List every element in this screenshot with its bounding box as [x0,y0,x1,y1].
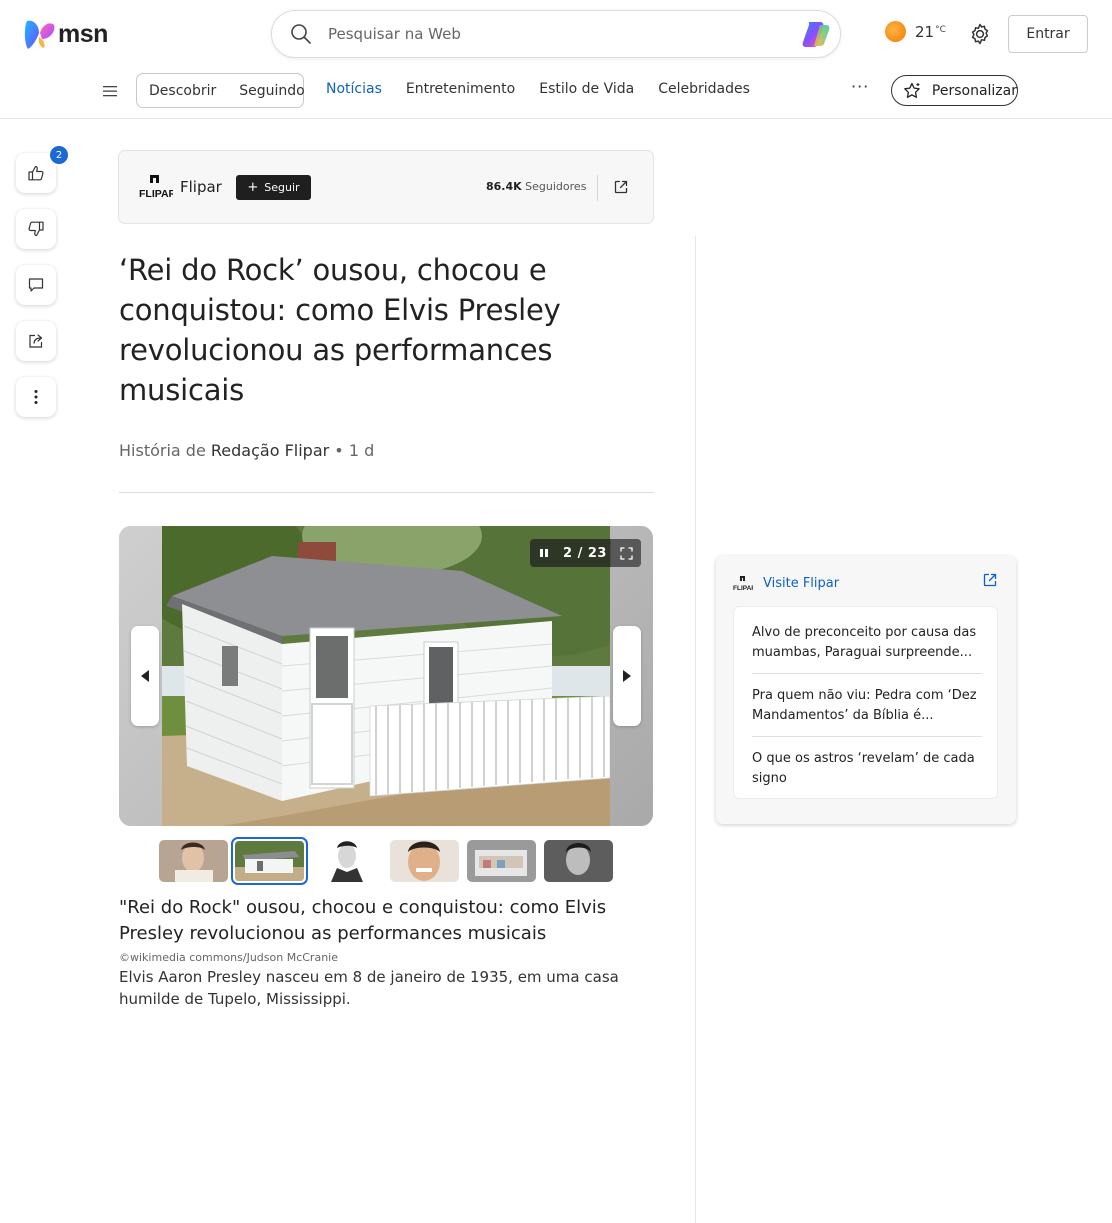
copilot-icon[interactable] [800,19,832,49]
sun-icon [885,21,906,42]
divider [752,736,982,737]
next-slide-button[interactable] [613,626,641,726]
publisher-name[interactable]: Flipar [180,178,222,196]
weather-widget[interactable]: 21°C [885,21,946,42]
fullscreen-icon [619,546,633,560]
image-slideshow[interactable]: 2 / 23 [119,526,653,826]
personalize-label: Personalizar [931,82,1017,99]
visit-publisher-link[interactable]: Visite Flipar [763,576,839,591]
follow-button[interactable]: + Seguir [236,175,311,200]
recommended-article-link[interactable]: Pra quem não viu: Pedra com ‘Dez Mandame… [752,686,982,726]
dislike-button[interactable] [16,209,56,249]
top-header: msn 21°C Entrar [0,0,1112,68]
publisher-recommendations-card: FLIPAR Visite Flipar Alvo de preconceito… [716,556,1016,824]
column-divider [695,236,696,1223]
flipar-logo: FLIPAR [733,576,753,592]
nav-links: Notícias Entretenimento Estilo de Vida C… [326,81,774,97]
tab-seguindo[interactable]: Seguindo [216,83,304,99]
slideshow-controls: 2 / 23 [530,539,641,567]
recommended-article-link[interactable]: O que os astros ‘revelam’ de cada signo [752,749,982,789]
like-count-badge: 2 [48,144,70,166]
external-link-icon[interactable] [982,572,998,588]
comment-icon [28,278,44,292]
divider [119,492,654,493]
author-link[interactable]: Redação Flipar [211,441,329,460]
chevron-left-icon [141,670,149,682]
share-icon [29,334,43,348]
category-nav: Descobrir Seguindo Notícias Entretenimen… [0,68,1112,119]
external-link-icon[interactable] [613,179,629,195]
msn-butterfly-icon [24,20,55,49]
weather-unit: °C [935,24,946,35]
comment-button[interactable] [16,265,56,305]
weather-temperature: 21°C [915,22,946,41]
personalize-button[interactable]: Personalizar [891,75,1018,106]
msn-logo[interactable]: msn [24,17,108,51]
slide-thumbnail[interactable] [467,840,536,882]
svg-text:FLIPAR: FLIPAR [139,188,173,200]
feed-toggle: Descobrir Seguindo [136,73,305,108]
slide-thumbnail[interactable] [390,840,459,882]
sparkle-star-icon [904,82,920,98]
search-input[interactable] [328,21,788,47]
image-credit: ©wikimedia commons/Judson McCranie [119,951,338,964]
slide-counter: 2 / 23 [563,545,607,561]
msn-wordmark: msn [58,19,108,48]
slide-thumbnail[interactable] [159,840,228,882]
thumbs-up-icon [28,165,44,181]
signin-button[interactable]: Entrar [1008,15,1088,53]
vertical-ellipsis-icon [34,390,38,404]
recommended-article-link[interactable]: Alvo de preconceito por causa das muamba… [752,623,982,663]
nav-link-celebridades[interactable]: Celebridades [658,81,750,97]
article-title: ‘Rei do Rock’ ousou, chocou e conquistou… [119,253,561,407]
more-categories-button[interactable]: ··· [851,77,869,96]
article-byline: História de Redação Flipar • 1 d [119,441,374,460]
thumbs-down-icon [28,221,44,237]
svg-text:FLIPAR: FLIPAR [733,585,753,592]
slide-caption-title: "Rei do Rock" ousou, chocou e conquistou… [119,897,607,944]
publisher-card: FLIPAR Flipar + Seguir 86.4K Seguidores [118,150,654,224]
search-box[interactable] [271,10,841,58]
recommended-articles-list: Alvo de preconceito por causa das muamba… [733,606,998,799]
hamburger-menu-icon[interactable] [102,84,118,98]
nav-link-entretenimento[interactable]: Entretenimento [406,81,515,97]
slide-image-house[interactable] [162,526,610,826]
flipar-logo[interactable]: FLIPAR [139,173,173,201]
slide-thumbnail[interactable] [313,840,382,882]
slide-thumbnail[interactable] [544,840,613,882]
chevron-right-icon [623,670,631,682]
follow-label: Seguir [264,181,300,194]
share-button[interactable] [16,321,56,361]
slide-thumbnails [159,837,619,886]
divider [752,673,982,674]
search-icon[interactable] [290,23,312,45]
article-age: • 1 d [334,441,375,460]
more-options-button[interactable] [16,377,56,417]
slide-caption-text: Elvis Aaron Presley nasceu em 8 de janei… [119,968,619,1008]
pause-icon[interactable] [537,546,551,560]
tab-descobrir[interactable]: Descobrir [137,83,216,99]
plus-icon: + [247,180,259,195]
byline-prefix: História de [119,441,206,460]
divider [597,175,598,201]
slide-thumbnail-active[interactable] [231,837,308,885]
followers-count: 86.4K Seguidores [486,180,587,193]
nav-link-estilo-de-vida[interactable]: Estilo de Vida [539,81,634,97]
previous-slide-button[interactable] [131,626,159,726]
fullscreen-button[interactable] [611,539,641,567]
nav-link-noticias[interactable]: Notícias [326,81,382,97]
gear-icon[interactable] [968,22,992,46]
